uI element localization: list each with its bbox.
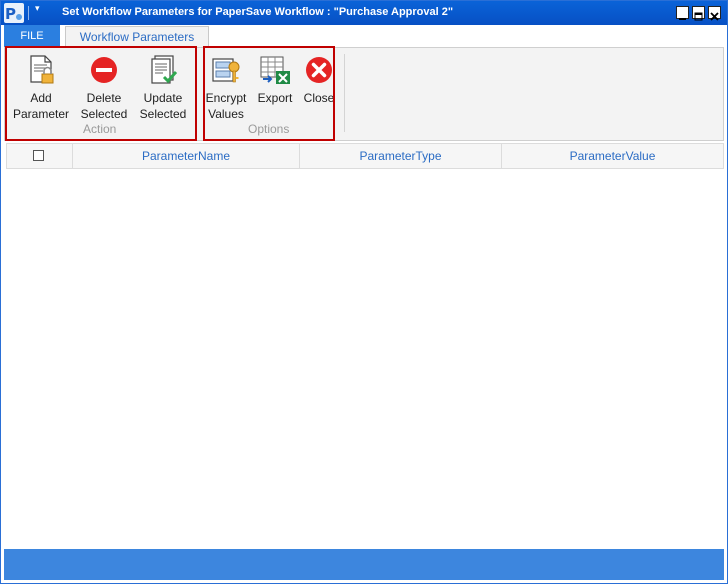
svg-text:P: P <box>5 5 16 23</box>
maximize-button[interactable] <box>692 6 705 21</box>
papersave-app-icon[interactable]: P <box>4 3 24 23</box>
quick-access-separator <box>28 6 29 20</box>
title-bar: P ▾ Set Workflow Parameters for PaperSav… <box>1 1 727 25</box>
parameters-grid-header: ParameterName ParameterType ParameterVal… <box>6 143 724 169</box>
highlight-box-action-group <box>5 46 197 141</box>
close-window-button[interactable] <box>708 6 721 21</box>
quick-access-dropdown-icon[interactable]: ▾ <box>35 4 40 14</box>
window-title: Set Workflow Parameters for PaperSave Wo… <box>62 6 454 18</box>
tab-workflow-parameters[interactable]: Workflow Parameters <box>65 26 209 48</box>
ribbon-group-separator <box>344 54 345 132</box>
select-all-checkbox[interactable] <box>33 150 44 161</box>
minimize-button[interactable] <box>676 6 689 20</box>
close-icon <box>710 12 719 21</box>
column-header-parameter-type[interactable]: ParameterType <box>300 144 502 168</box>
column-header-parameter-value[interactable]: ParameterValue <box>502 144 723 168</box>
ribbon-tab-row: FILE Workflow Parameters <box>1 25 727 48</box>
status-bar <box>4 549 724 580</box>
workflow-parameters-window: P ▾ Set Workflow Parameters for PaperSav… <box>0 0 728 584</box>
maximize-icon <box>694 12 703 21</box>
select-all-column <box>7 144 73 168</box>
minimize-icon <box>679 18 686 20</box>
parameters-grid-body[interactable] <box>6 169 724 547</box>
column-header-parameter-name[interactable]: ParameterName <box>73 144 300 168</box>
tab-file[interactable]: FILE <box>4 25 60 47</box>
highlight-box-options-group <box>203 46 335 141</box>
